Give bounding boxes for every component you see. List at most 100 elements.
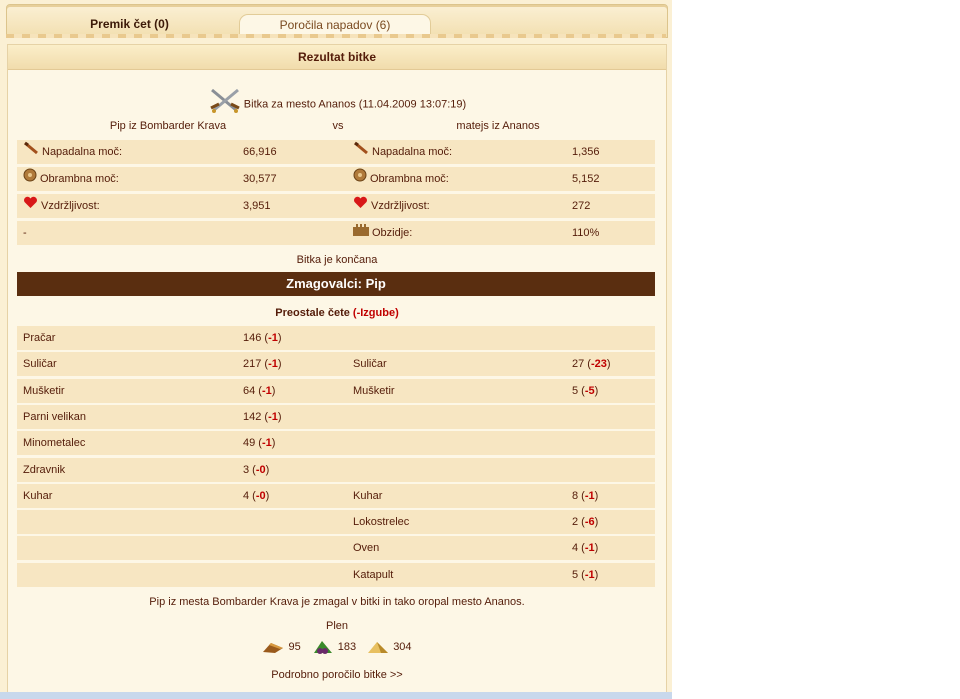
unit-loss: (-0) [249, 464, 270, 476]
defender-attack-label: Napadalna moč: [353, 140, 452, 164]
unit-loss: (-1) [578, 542, 599, 554]
unit-count: 142 [243, 411, 262, 423]
defender-attack-value: 1,356 [572, 146, 600, 158]
tab-troop-movements[interactable]: Premik čet (0) [17, 14, 242, 35]
attacker-unit-count: 64 (-1) [243, 379, 275, 403]
attacker-defense-label: Obrambna moč: [23, 167, 119, 191]
unit-count: 217 [243, 358, 262, 370]
unit-count: 64 [243, 385, 256, 397]
section-title: Rezultat bitke [8, 45, 666, 70]
unit-loss: (-1) [255, 385, 276, 397]
unit-row: Zdravnik 3 (-0) [17, 458, 655, 482]
attacker-defense-value: 30,577 [243, 173, 277, 185]
plunder-wood: 95 [262, 638, 301, 656]
unit-row: Lokostrelec 2 (-6) [17, 510, 655, 534]
attacker-unit-count: 217 (-1) [243, 352, 282, 376]
unit-loss: (-5) [578, 385, 599, 397]
defender-unit-name: Oven [353, 542, 380, 554]
unit-row: Suličar 217 (-1) Suličar 27 (-23) [17, 352, 655, 376]
sword-icon [23, 140, 39, 164]
defender-unit-name: Kuhar [353, 490, 383, 502]
unit-loss: (-23) [584, 358, 611, 370]
attacker-attack-label: Napadalna moč: [23, 140, 122, 164]
unit-loss: (-1) [261, 411, 282, 423]
winner-banner: Zmagovalci: Pip [17, 272, 655, 296]
heart-icon [353, 194, 368, 218]
plunder-wine: 183 [312, 638, 356, 656]
attacker-attack-value: 66,916 [243, 146, 277, 158]
sword-icon [353, 140, 369, 164]
unit-row: Minometalec 49 (-1) [17, 431, 655, 455]
stat-row-defense: Obrambna moč: 30,577 Obrambna moč: 5,152 [17, 167, 655, 191]
defender-wall-label: Obzidje: [353, 221, 412, 245]
unit-loss: (-6) [578, 516, 599, 528]
defender-unit-name: Lokostrelec [353, 516, 410, 528]
unit-loss: (-1) [578, 490, 599, 502]
attacker-unit-name: Parni velikan [23, 411, 86, 423]
unit-loss: (-1) [261, 332, 282, 344]
stat-row-attack: Napadalna moč: 66,916 Napadalna moč: 1,3… [17, 140, 655, 164]
unit-row: Parni velikan 142 (-1) [17, 405, 655, 429]
attacker-unit-name: Suličar [23, 358, 57, 370]
tab-bar: Premik čet (0) Poročila napadov (6) [6, 4, 668, 38]
defender-endurance-value: 272 [572, 200, 591, 212]
attacker-unit-name: Pračar [23, 332, 56, 344]
defender-unit-name: Mušketir [353, 385, 395, 397]
stat-row-endurance: Vzdržljivost: 3,951 Vzdržljivost: 272 [17, 194, 655, 218]
tab-divider [6, 34, 666, 38]
defender-unit-name: Katapult [353, 569, 394, 581]
attacker-name: Pip iz Bombarder Krava [109, 120, 227, 132]
unit-row: Oven 4 (-1) [17, 536, 655, 560]
defender-wall-value: 110% [572, 227, 600, 239]
unit-row: Pračar 146 (-1) [17, 326, 655, 350]
battle-status: Bitka je končana [296, 254, 378, 266]
unit-row: Kuhar 4 (-0) Kuhar 8 (-1) [17, 484, 655, 508]
defender-unit-name: Suličar [353, 358, 387, 370]
heart-icon [23, 194, 38, 218]
defender-unit-count: 27 (-23) [572, 352, 611, 376]
battle-title-text: Bitka za mesto Ananos (11.04.2009 13:07:… [243, 98, 467, 111]
attacker-unit-name: Mušketir [23, 385, 65, 397]
attacker-unit-name: Kuhar [23, 490, 53, 502]
unit-loss: (-1) [255, 437, 276, 449]
attacker-unit-name: Zdravnik [23, 464, 66, 476]
defender-unit-count: 5 (-1) [572, 563, 598, 587]
remaining-troops-heading: Preostale čete (-Izgube) [275, 307, 399, 319]
defender-unit-count: 5 (-5) [572, 379, 598, 403]
plunder-marble: 304 [367, 638, 412, 656]
attacker-endurance-value: 3,951 [243, 200, 271, 212]
battle-result-box: Rezultat bitke Bitka za mesto Ananos (11… [7, 44, 667, 694]
defender-unit-count: 4 (-1) [572, 536, 598, 560]
bottom-bar [0, 692, 672, 699]
defender-unit-count: 8 (-1) [572, 484, 598, 508]
marble-icon [368, 642, 389, 654]
unit-count: 27 [572, 358, 585, 370]
battle-outcome: Pip iz mesta Bombarder Krava je zmagal v… [149, 596, 525, 608]
plunder-list: 95 183 304 [8, 638, 666, 656]
losses-label: (-Izgube) [352, 307, 399, 319]
unit-row: Mušketir 64 (-1) Mušketir 5 (-5) [17, 379, 655, 403]
attacker-wall-placeholder: - [23, 227, 27, 239]
attacker-unit-count: 142 (-1) [243, 405, 282, 429]
attacker-unit-count: 49 (-1) [243, 431, 275, 455]
detailed-report-link[interactable]: Podrobno poročilo bitke >> [8, 667, 666, 683]
unit-row: Katapult 5 (-1) [17, 563, 655, 587]
main-panel: Premik čet (0) Poročila napadov (6) Rezu… [0, 0, 672, 699]
stat-row-wall: - Obzidje: 110% [17, 221, 655, 245]
unit-count: 146 [243, 332, 262, 344]
unit-count: 49 [243, 437, 256, 449]
tab-combat-reports[interactable]: Poročila napadov (6) [239, 14, 431, 36]
defender-endurance-label: Vzdržljivost: [353, 194, 430, 218]
wine-icon [313, 641, 332, 655]
defender-unit-count: 2 (-6) [572, 510, 598, 534]
unit-loss: (-0) [249, 490, 270, 502]
plunder-label: Plen [325, 620, 349, 632]
attacker-unit-count: 146 (-1) [243, 326, 282, 350]
unit-loss: (-1) [578, 569, 599, 581]
shield-icon [23, 167, 37, 191]
wall-icon [353, 221, 369, 245]
battle-title: Bitka za mesto Ananos (11.04.2009 13:07:… [8, 86, 666, 113]
defender-defense-label: Obrambna moč: [353, 167, 449, 191]
attacker-endurance-label: Vzdržljivost: [23, 194, 100, 218]
attacker-unit-count: 3 (-0) [243, 458, 269, 482]
